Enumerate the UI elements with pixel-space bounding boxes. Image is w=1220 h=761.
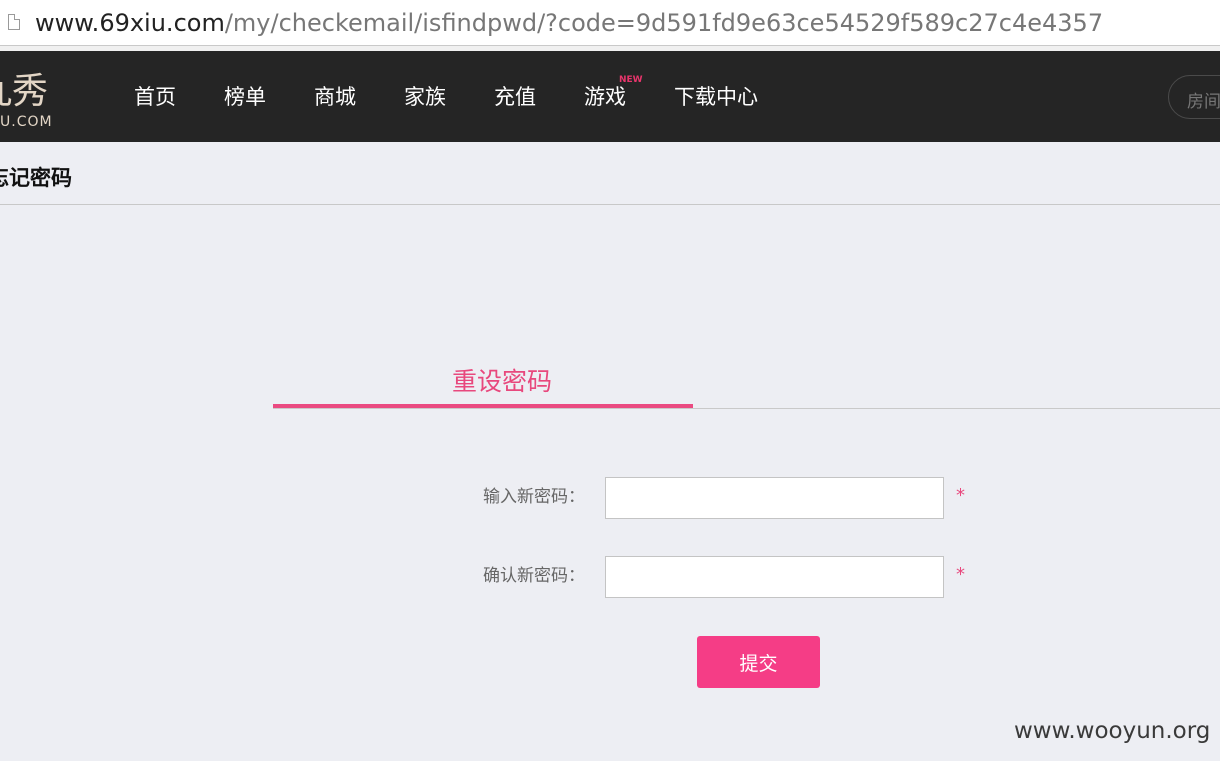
tab-divider (273, 408, 1220, 409)
new-badge: NEW (619, 75, 643, 85)
new-password-required-mark: * (956, 485, 965, 506)
nav-item-rankings[interactable]: 榜单 (224, 84, 266, 110)
site-logo-domain: U.COM (0, 114, 53, 130)
url-text[interactable]: www.69xiu.com/my/checkemail/isfindpwd/?c… (35, 8, 1103, 38)
tab-active-indicator (273, 404, 693, 408)
nav-item-shop[interactable]: 商城 (314, 84, 356, 110)
new-password-label: 输入新密码： (483, 487, 585, 507)
nav-item-home[interactable]: 首页 (134, 84, 176, 110)
page-title: 忘记密码 (0, 166, 72, 190)
submit-button[interactable]: 提交 (697, 636, 820, 688)
nav-item-download-center[interactable]: 下载中心 (674, 84, 758, 110)
tab-reset-password[interactable]: 重设密码 (452, 362, 552, 398)
confirm-password-label: 确认新密码： (483, 566, 585, 586)
nav-item-games[interactable]: 游戏 (584, 84, 626, 110)
room-search-placeholder: 房间 (1187, 92, 1220, 112)
nav-item-family[interactable]: 家族 (404, 84, 446, 110)
nav-item-recharge[interactable]: 充值 (494, 84, 536, 110)
page-icon (8, 14, 20, 30)
url-host: www.69xiu.com (35, 9, 225, 37)
address-bar[interactable]: www.69xiu.com/my/checkemail/isfindpwd/?c… (0, 0, 1220, 46)
url-path: /my/checkemail/isfindpwd/?code=9d591fd9e… (224, 9, 1104, 37)
site-logo[interactable]: 九秀 (0, 72, 48, 112)
new-password-field[interactable] (605, 477, 944, 519)
confirm-password-required-mark: * (956, 564, 965, 585)
confirm-password-field[interactable] (605, 556, 944, 598)
room-search-input[interactable]: 房间 (1168, 75, 1220, 119)
watermark: www.wooyun.org (1014, 718, 1211, 744)
page-header: 忘记密码 (0, 142, 1220, 205)
